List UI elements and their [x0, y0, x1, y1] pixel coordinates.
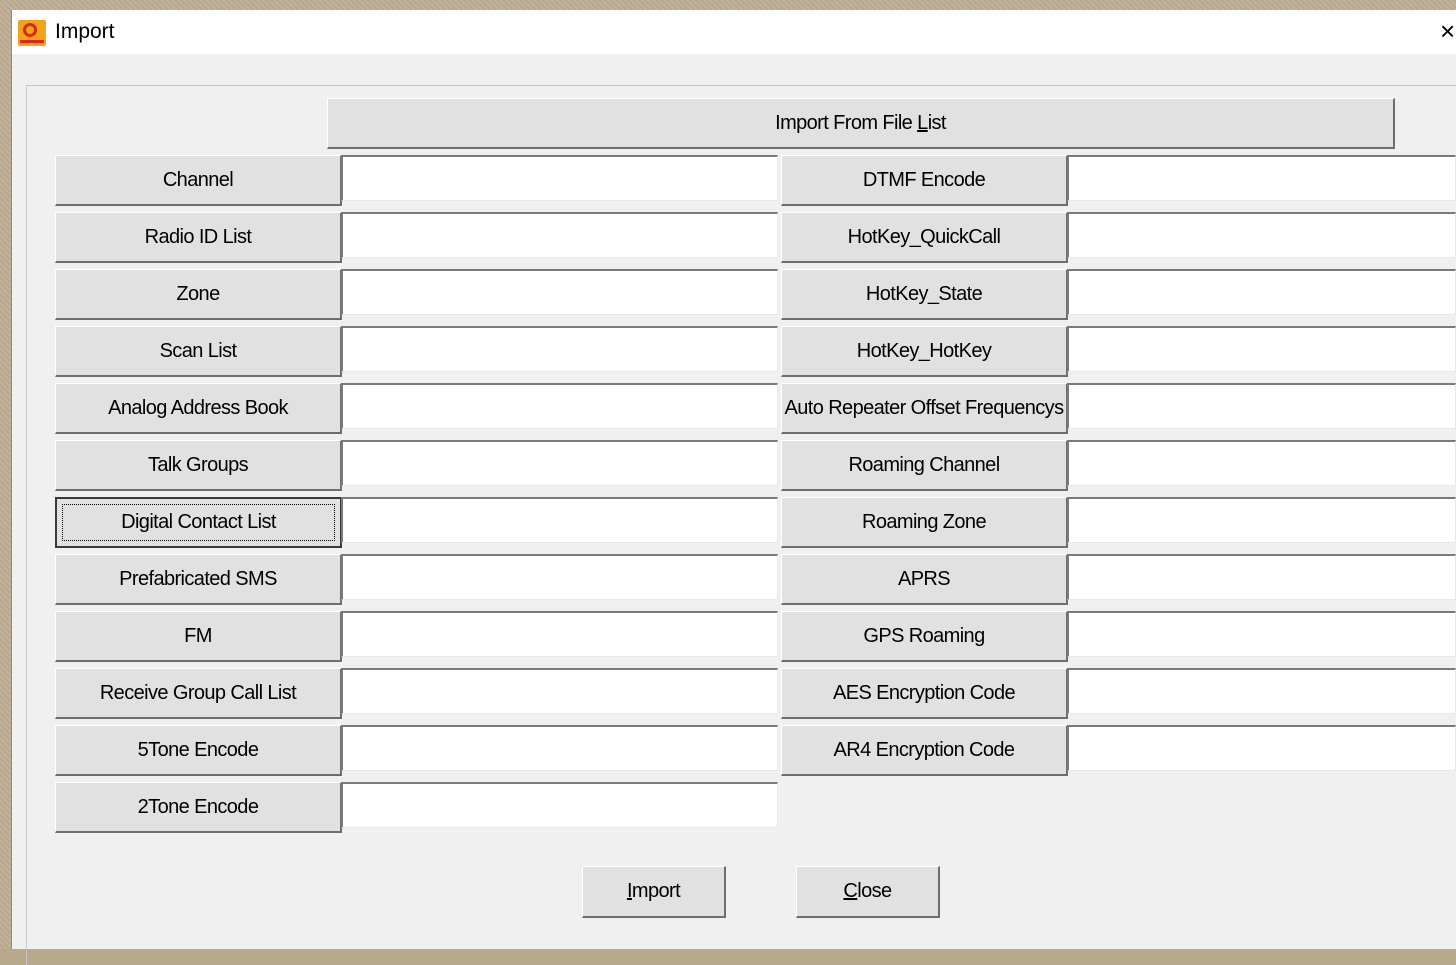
auto-repeater-offset-frequencys-file-field[interactable]: [1067, 383, 1456, 429]
scan-list-label: Scan List: [159, 339, 237, 362]
aes-encryption-code-label: AES Encryption Code: [832, 681, 1016, 704]
auto-repeater-offset-frequencys-button[interactable]: Auto Repeater Offset Frequencys: [781, 383, 1068, 434]
window-title: Import: [55, 20, 115, 43]
close-button-label: Close: [843, 880, 892, 902]
analog-address-book-file-field[interactable]: [341, 383, 778, 429]
fm-button[interactable]: FM: [55, 611, 342, 662]
auto-repeater-offset-frequencys-label: Auto Repeater Offset Frequencys: [784, 396, 1065, 419]
gps-roaming-file-field[interactable]: [1067, 611, 1456, 657]
gps-roaming-button[interactable]: GPS Roaming: [781, 611, 1068, 662]
hotkey-quickcall-button[interactable]: HotKey_QuickCall: [781, 212, 1068, 263]
fm-file-field[interactable]: [341, 611, 778, 657]
close-button[interactable]: Close: [796, 866, 940, 918]
ar4-encryption-code-label: AR4 Encryption Code: [833, 738, 1016, 761]
ar4-encryption-code-file-field[interactable]: [1067, 725, 1456, 771]
talk-groups-label: Talk Groups: [147, 453, 249, 476]
import-button[interactable]: Import: [582, 866, 726, 918]
receive-group-call-list-label: Receive Group Call List: [99, 681, 297, 704]
hotkey-quickcall-label: HotKey_QuickCall: [847, 225, 1001, 248]
receive-group-call-list-button[interactable]: Receive Group Call List: [55, 668, 342, 719]
aes-encryption-code-button[interactable]: AES Encryption Code: [781, 668, 1068, 719]
receive-group-call-list-file-field[interactable]: [341, 668, 778, 714]
5tone-encode-label: 5Tone Encode: [137, 738, 259, 761]
scan-list-file-field[interactable]: [341, 326, 778, 372]
ar4-encryption-code-button[interactable]: AR4 Encryption Code: [781, 725, 1068, 776]
zone-file-field[interactable]: [341, 269, 778, 315]
2tone-encode-button[interactable]: 2Tone Encode: [55, 782, 342, 833]
channel-label: Channel: [162, 168, 234, 191]
close-icon[interactable]: ×: [1440, 16, 1455, 46]
analog-address-book-label: Analog Address Book: [108, 396, 288, 419]
5tone-encode-button[interactable]: 5Tone Encode: [55, 725, 342, 776]
dtmf-encode-button[interactable]: DTMF Encode: [781, 155, 1068, 206]
app-logo-icon: [18, 20, 46, 46]
import-button-label: Import: [626, 880, 681, 902]
hotkey-hotkey-file-field[interactable]: [1067, 326, 1456, 372]
roaming-channel-button[interactable]: Roaming Channel: [781, 440, 1068, 491]
roaming-zone-label: Roaming Zone: [862, 510, 987, 533]
radio-id-list-button[interactable]: Radio ID List: [55, 212, 342, 263]
aes-encryption-code-file-field[interactable]: [1067, 668, 1456, 714]
import-from-file-list-button[interactable]: Import From File List: [327, 98, 1395, 149]
aprs-file-field[interactable]: [1067, 554, 1456, 600]
zone-label: Zone: [176, 282, 220, 305]
channel-button[interactable]: Channel: [55, 155, 342, 206]
import-dialog: Import × Import From File List Import Cl…: [12, 10, 1456, 965]
hotkey-state-file-field[interactable]: [1067, 269, 1456, 315]
scan-list-button[interactable]: Scan List: [55, 326, 342, 377]
prefabricated-sms-label: Prefabricated SMS: [119, 567, 277, 590]
dtmf-encode-file-field[interactable]: [1067, 155, 1456, 201]
aprs-button[interactable]: APRS: [781, 554, 1068, 605]
prefabricated-sms-file-field[interactable]: [341, 554, 778, 600]
digital-contact-list-file-field[interactable]: [341, 497, 778, 543]
aprs-label: APRS: [897, 567, 951, 590]
title-bar[interactable]: Import ×: [12, 10, 1456, 54]
talk-groups-file-field[interactable]: [341, 440, 778, 486]
roaming-channel-label: Roaming Channel: [848, 453, 1000, 476]
2tone-encode-label: 2Tone Encode: [137, 795, 259, 818]
hotkey-hotkey-button[interactable]: HotKey_HotKey: [781, 326, 1068, 377]
5tone-encode-file-field[interactable]: [341, 725, 778, 771]
hotkey-hotkey-label: HotKey_HotKey: [856, 339, 992, 362]
roaming-zone-button[interactable]: Roaming Zone: [781, 497, 1068, 548]
radio-id-list-label: Radio ID List: [144, 225, 252, 248]
zone-button[interactable]: Zone: [55, 269, 342, 320]
channel-file-field[interactable]: [341, 155, 778, 201]
digital-contact-list-label: Digital Contact List: [121, 511, 276, 533]
hotkey-state-button[interactable]: HotKey_State: [781, 269, 1068, 320]
hotkey-state-label: HotKey_State: [865, 282, 983, 305]
dtmf-encode-label: DTMF Encode: [862, 168, 986, 191]
roaming-channel-file-field[interactable]: [1067, 440, 1456, 486]
2tone-encode-file-field[interactable]: [341, 782, 778, 828]
talk-groups-button[interactable]: Talk Groups: [55, 440, 342, 491]
radio-id-list-file-field[interactable]: [341, 212, 778, 258]
prefabricated-sms-button[interactable]: Prefabricated SMS: [55, 554, 342, 605]
roaming-zone-file-field[interactable]: [1067, 497, 1456, 543]
import-from-file-list-label: Import From File List: [775, 111, 946, 134]
fm-label: FM: [184, 624, 212, 647]
digital-contact-list-button[interactable]: Digital Contact List: [55, 497, 342, 548]
gps-roaming-label: GPS Roaming: [863, 624, 985, 647]
analog-address-book-button[interactable]: Analog Address Book: [55, 383, 342, 434]
hotkey-quickcall-file-field[interactable]: [1067, 212, 1456, 258]
